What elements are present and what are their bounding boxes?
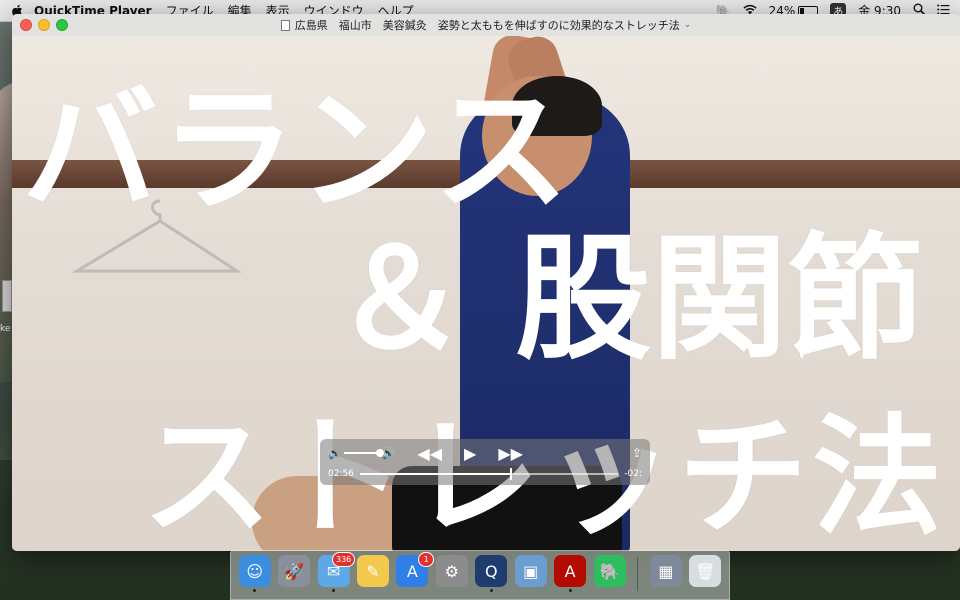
dock-app-mail[interactable]: ✉ 336 <box>316 552 356 593</box>
dock-app-photo-folder[interactable]: ▦ <box>648 555 683 593</box>
volume-low-icon[interactable]: 🔈 <box>328 447 342 460</box>
dock-app-app-store[interactable]: A1 <box>395 552 435 593</box>
acrobat-icon: A <box>554 555 587 587</box>
fast-forward-icon[interactable]: ▶▶ <box>498 444 523 463</box>
window-title[interactable]: 広島県 福山市 美容鍼灸 姿勢と太ももを伸ばすのに効果的なストレッチ法 <box>295 17 680 33</box>
dock-app-system-preferences[interactable]: ⚙ <box>434 555 469 593</box>
desktop-file-label[interactable]: ke <box>0 324 10 334</box>
volume-knob[interactable] <box>375 449 384 457</box>
elapsed-time: 02:56 <box>328 469 354 479</box>
close-button[interactable] <box>20 19 32 31</box>
dock-app-finder[interactable]: ☺ <box>237 555 272 593</box>
running-indicator <box>332 589 336 592</box>
dock-app-evernote[interactable]: 🐘 <box>592 555 627 593</box>
quicktime-icon: Q <box>475 555 508 587</box>
window-titlebar[interactable]: 広島県 福山市 美容鍼灸 姿勢と太ももを伸ばすのに効果的なストレッチ法 ⌄ <box>12 14 960 36</box>
overlay-text-balance: バランス <box>22 73 572 231</box>
share-icon[interactable]: ⇪ <box>632 446 642 460</box>
video-frame[interactable]: バランス ＆ 股関節 ストレッチ法 🔈 🔊 ◀◀ ▶ ▶▶ ⇪ 02:56 -0… <box>12 36 960 551</box>
playhead[interactable] <box>509 468 512 480</box>
system-preferences-icon: ⚙ <box>435 555 468 587</box>
chevron-down-icon[interactable]: ⌄ <box>684 20 692 30</box>
volume-slider[interactable] <box>343 449 384 457</box>
playback-controls: 🔈 🔊 ◀◀ ▶ ▶▶ ⇪ 02:56 -02: <box>320 439 650 485</box>
traffic-lights <box>20 19 68 31</box>
document-icon[interactable] <box>280 19 290 31</box>
dock: ☺ 🚀 ✉ 336 ✎ A 1 ⚙ Q ▣ A 🐘 ▦ 🗑 <box>230 550 730 600</box>
dock-app-quicktime[interactable]: Q <box>474 555 509 593</box>
notification-badge: 336 <box>331 552 356 567</box>
scrub-progress <box>359 473 510 475</box>
overlay-text-hip-joint: ＆ 股関節 <box>332 221 924 379</box>
notes-icon: ✎ <box>356 555 389 587</box>
volume-high-icon[interactable]: 🔊 <box>382 447 396 460</box>
play-icon[interactable]: ▶ <box>464 444 476 463</box>
running-indicator <box>568 589 572 592</box>
battery-fill <box>800 7 805 14</box>
running-indicator <box>489 589 493 592</box>
rewind-icon[interactable]: ◀◀ <box>417 444 442 463</box>
preview-icon: ▣ <box>514 555 547 587</box>
scrub-bar[interactable] <box>359 468 619 480</box>
dock-app-trash[interactable]: 🗑 <box>688 555 723 593</box>
dock-app-acrobat[interactable]: A <box>552 555 587 593</box>
evernote-icon: 🐘 <box>593 555 626 587</box>
dock-app-launchpad[interactable]: 🚀 <box>276 555 311 593</box>
zoom-button[interactable] <box>56 19 68 31</box>
launchpad-icon: 🚀 <box>278 555 311 587</box>
notification-badge: 1 <box>418 552 435 567</box>
remaining-time: -02: <box>624 469 642 479</box>
dock-app-notes[interactable]: ✎ <box>355 555 390 593</box>
desktop-file-icon[interactable] <box>2 280 12 312</box>
trash-icon: 🗑 <box>689 555 722 587</box>
dock-separator <box>637 557 639 591</box>
running-indicator <box>253 589 257 592</box>
minimize-button[interactable] <box>38 19 50 31</box>
quicktime-window: 広島県 福山市 美容鍼灸 姿勢と太ももを伸ばすのに効果的なストレッチ法 ⌄ バラ… <box>12 14 960 551</box>
photo-folder-icon: ▦ <box>649 555 682 587</box>
finder-icon: ☺ <box>238 555 271 587</box>
dock-app-preview[interactable]: ▣ <box>513 555 548 593</box>
